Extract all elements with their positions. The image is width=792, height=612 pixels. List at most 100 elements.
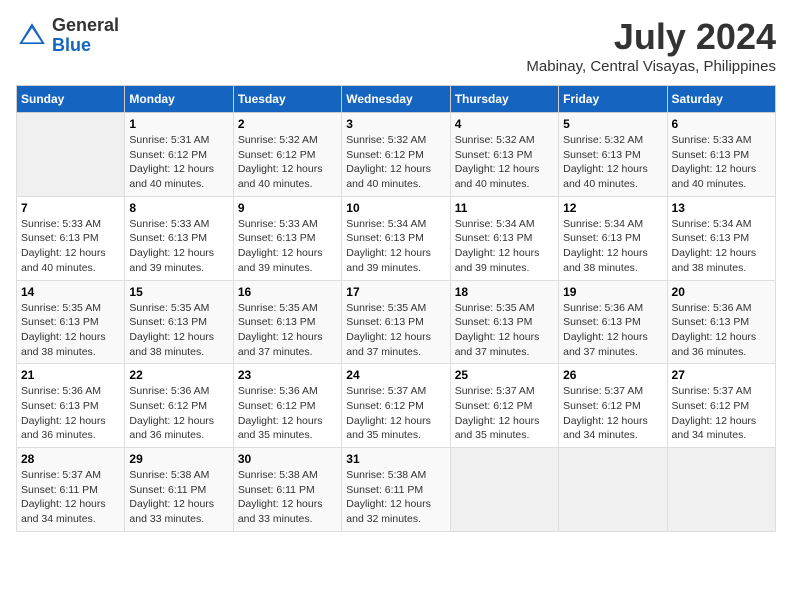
day-info: Sunrise: 5:36 AMSunset: 6:12 PMDaylight:…: [238, 384, 337, 443]
calendar-cell: 16 Sunrise: 5:35 AMSunset: 6:13 PMDayligh…: [233, 280, 341, 364]
day-number: 16: [238, 285, 337, 299]
day-number: 10: [346, 201, 445, 215]
calendar-cell: 12 Sunrise: 5:34 AMSunset: 6:13 PMDayligh…: [559, 196, 667, 280]
day-info: Sunrise: 5:33 AMSunset: 6:13 PMDaylight:…: [21, 217, 120, 276]
day-info: Sunrise: 5:35 AMSunset: 6:13 PMDaylight:…: [238, 301, 337, 360]
day-number: 8: [129, 201, 228, 215]
day-info: Sunrise: 5:35 AMSunset: 6:13 PMDaylight:…: [129, 301, 228, 360]
day-number: 21: [21, 368, 120, 382]
calendar-cell: [559, 448, 667, 532]
calendar-header-row: SundayMondayTuesdayWednesdayThursdayFrid…: [17, 86, 776, 113]
calendar-cell: [17, 113, 125, 197]
calendar-week-row: 28 Sunrise: 5:37 AMSunset: 6:11 PMDayligh…: [17, 448, 776, 532]
day-number: 11: [455, 201, 554, 215]
day-info: Sunrise: 5:37 AMSunset: 6:12 PMDaylight:…: [563, 384, 662, 443]
calendar-week-row: 7 Sunrise: 5:33 AMSunset: 6:13 PMDaylight…: [17, 196, 776, 280]
logo-icon: [16, 20, 48, 52]
day-number: 29: [129, 452, 228, 466]
day-number: 13: [672, 201, 771, 215]
calendar-cell: 23 Sunrise: 5:36 AMSunset: 6:12 PMDayligh…: [233, 364, 341, 448]
day-header-saturday: Saturday: [667, 86, 775, 113]
day-number: 22: [129, 368, 228, 382]
day-info: Sunrise: 5:37 AMSunset: 6:12 PMDaylight:…: [346, 384, 445, 443]
calendar-cell: 29Sunrise: 5:38 AMSunset: 6:11 PMDayligh…: [125, 448, 233, 532]
calendar-cell: 14 Sunrise: 5:35 AMSunset: 6:13 PMDayligh…: [17, 280, 125, 364]
day-info: Sunrise: 5:32 AMSunset: 6:12 PMDaylight:…: [346, 133, 445, 192]
calendar-cell: 6 Sunrise: 5:33 AMSunset: 6:13 PMDaylight…: [667, 113, 775, 197]
day-number: 20: [672, 285, 771, 299]
main-title: July 2024: [526, 16, 776, 58]
calendar-cell: 18Sunrise: 5:35 AMSunset: 6:13 PMDayligh…: [450, 280, 558, 364]
day-number: 19: [563, 285, 662, 299]
day-number: 14: [21, 285, 120, 299]
day-number: 25: [455, 368, 554, 382]
day-number: 9: [238, 201, 337, 215]
calendar-cell: 25Sunrise: 5:37 AMSunset: 6:12 PMDayligh…: [450, 364, 558, 448]
calendar-cell: 31 Sunrise: 5:38 AMSunset: 6:11 PMDayligh…: [342, 448, 450, 532]
day-header-thursday: Thursday: [450, 86, 558, 113]
day-info: Sunrise: 5:38 AMSunset: 6:11 PMDaylight:…: [346, 468, 445, 527]
calendar-cell: 19 Sunrise: 5:36 AMSunset: 6:13 PMDayligh…: [559, 280, 667, 364]
calendar-week-row: 21 Sunrise: 5:36 AMSunset: 6:13 PMDayligh…: [17, 364, 776, 448]
day-number: 4: [455, 117, 554, 131]
day-info: Sunrise: 5:33 AMSunset: 6:13 PMDaylight:…: [672, 133, 771, 192]
day-number: 6: [672, 117, 771, 131]
day-info: Sunrise: 5:37 AMSunset: 6:11 PMDaylight:…: [21, 468, 120, 527]
day-info: Sunrise: 5:35 AMSunset: 6:13 PMDaylight:…: [346, 301, 445, 360]
calendar-cell: 15Sunrise: 5:35 AMSunset: 6:13 PMDayligh…: [125, 280, 233, 364]
calendar-cell: 1Sunrise: 5:31 AMSunset: 6:12 PMDaylight…: [125, 113, 233, 197]
logo-text: General Blue: [52, 16, 119, 56]
calendar-week-row: 14 Sunrise: 5:35 AMSunset: 6:13 PMDayligh…: [17, 280, 776, 364]
calendar-cell: 30 Sunrise: 5:38 AMSunset: 6:11 PMDayligh…: [233, 448, 341, 532]
calendar-cell: 11 Sunrise: 5:34 AMSunset: 6:13 PMDayligh…: [450, 196, 558, 280]
day-info: Sunrise: 5:32 AMSunset: 6:13 PMDaylight:…: [455, 133, 554, 192]
day-header-tuesday: Tuesday: [233, 86, 341, 113]
day-number: 7: [21, 201, 120, 215]
day-number: 2: [238, 117, 337, 131]
day-number: 23: [238, 368, 337, 382]
day-info: Sunrise: 5:32 AMSunset: 6:13 PMDaylight:…: [563, 133, 662, 192]
day-number: 28: [21, 452, 120, 466]
day-number: 31: [346, 452, 445, 466]
calendar-cell: 3 Sunrise: 5:32 AMSunset: 6:12 PMDaylight…: [342, 113, 450, 197]
day-info: Sunrise: 5:34 AMSunset: 6:13 PMDaylight:…: [455, 217, 554, 276]
calendar-week-row: 1Sunrise: 5:31 AMSunset: 6:12 PMDaylight…: [17, 113, 776, 197]
day-info: Sunrise: 5:33 AMSunset: 6:13 PMDaylight:…: [238, 217, 337, 276]
day-number: 12: [563, 201, 662, 215]
subtitle: Mabinay, Central Visayas, Philippines: [526, 58, 776, 75]
day-info: Sunrise: 5:36 AMSunset: 6:12 PMDaylight:…: [129, 384, 228, 443]
calendar-cell: 21 Sunrise: 5:36 AMSunset: 6:13 PMDayligh…: [17, 364, 125, 448]
day-number: 3: [346, 117, 445, 131]
logo: General Blue: [16, 16, 119, 56]
day-info: Sunrise: 5:37 AMSunset: 6:12 PMDaylight:…: [672, 384, 771, 443]
day-number: 30: [238, 452, 337, 466]
day-number: 26: [563, 368, 662, 382]
calendar-table: SundayMondayTuesdayWednesdayThursdayFrid…: [16, 85, 776, 532]
calendar-cell: [450, 448, 558, 532]
day-header-friday: Friday: [559, 86, 667, 113]
day-info: Sunrise: 5:34 AMSunset: 6:13 PMDaylight:…: [563, 217, 662, 276]
calendar-cell: [667, 448, 775, 532]
calendar-cell: 9 Sunrise: 5:33 AMSunset: 6:13 PMDaylight…: [233, 196, 341, 280]
calendar-cell: 2 Sunrise: 5:32 AMSunset: 6:12 PMDaylight…: [233, 113, 341, 197]
day-info: Sunrise: 5:35 AMSunset: 6:13 PMDaylight:…: [21, 301, 120, 360]
calendar-cell: 22 Sunrise: 5:36 AMSunset: 6:12 PMDayligh…: [125, 364, 233, 448]
day-info: Sunrise: 5:36 AMSunset: 6:13 PMDaylight:…: [563, 301, 662, 360]
calendar-cell: 20 Sunrise: 5:36 AMSunset: 6:13 PMDayligh…: [667, 280, 775, 364]
day-info: Sunrise: 5:36 AMSunset: 6:13 PMDaylight:…: [672, 301, 771, 360]
title-block: July 2024 Mabinay, Central Visayas, Phil…: [526, 16, 776, 75]
day-info: Sunrise: 5:36 AMSunset: 6:13 PMDaylight:…: [21, 384, 120, 443]
day-number: 5: [563, 117, 662, 131]
day-info: Sunrise: 5:38 AMSunset: 6:11 PMDaylight:…: [238, 468, 337, 527]
calendar-cell: 27 Sunrise: 5:37 AMSunset: 6:12 PMDayligh…: [667, 364, 775, 448]
calendar-cell: 28 Sunrise: 5:37 AMSunset: 6:11 PMDayligh…: [17, 448, 125, 532]
calendar-cell: 7 Sunrise: 5:33 AMSunset: 6:13 PMDaylight…: [17, 196, 125, 280]
page-header: General Blue July 2024 Mabinay, Central …: [16, 16, 776, 75]
day-header-sunday: Sunday: [17, 86, 125, 113]
day-number: 27: [672, 368, 771, 382]
calendar-cell: 10Sunrise: 5:34 AMSunset: 6:13 PMDayligh…: [342, 196, 450, 280]
calendar-cell: 17Sunrise: 5:35 AMSunset: 6:13 PMDayligh…: [342, 280, 450, 364]
day-info: Sunrise: 5:32 AMSunset: 6:12 PMDaylight:…: [238, 133, 337, 192]
calendar-cell: 24Sunrise: 5:37 AMSunset: 6:12 PMDayligh…: [342, 364, 450, 448]
calendar-cell: 13Sunrise: 5:34 AMSunset: 6:13 PMDayligh…: [667, 196, 775, 280]
